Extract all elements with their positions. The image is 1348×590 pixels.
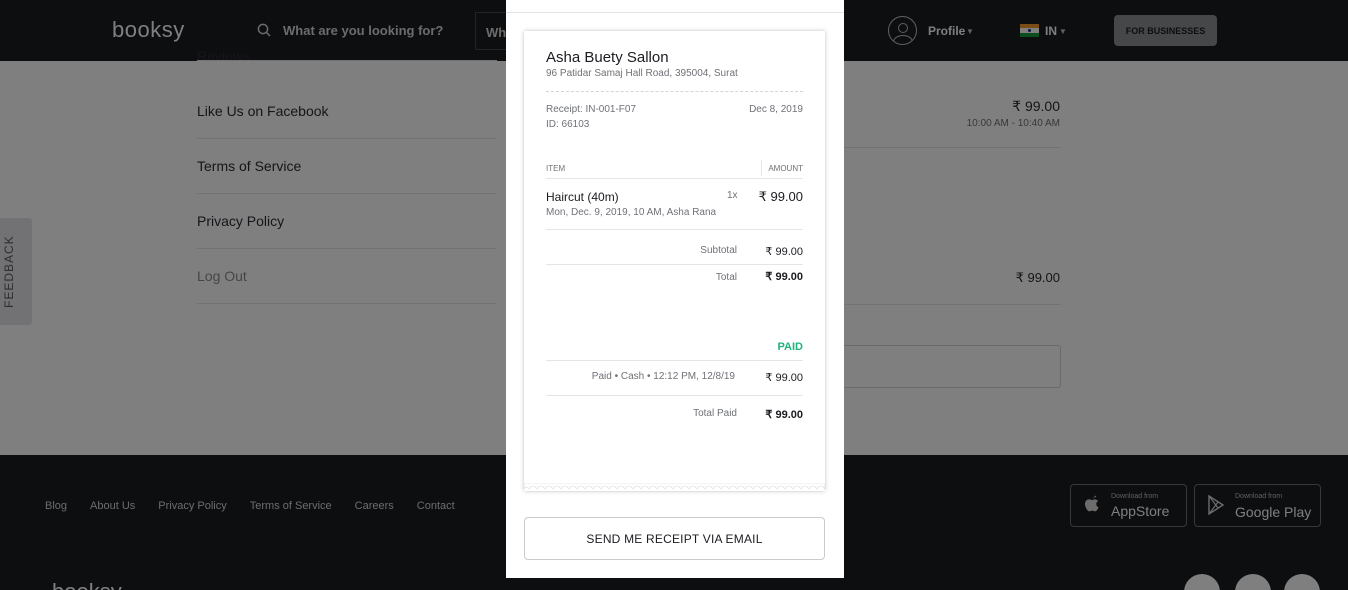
payment-value: ₹ 99.00 (765, 372, 803, 384)
total-paid-value: ₹ 99.00 (765, 409, 803, 421)
divider (546, 395, 803, 396)
column-header-item: ITEM (546, 164, 566, 173)
receipt-date: Dec 8, 2019 (749, 104, 803, 115)
service-name: Haircut (40m) (546, 190, 619, 204)
subtotal-label: Subtotal (700, 245, 737, 256)
salon-name: Asha Buety Sallon (546, 49, 669, 66)
service-quantity: 1x (727, 190, 738, 201)
receipt-torn-edge (524, 483, 825, 490)
receipt-card: Asha Buety Sallon 96 Patidar Samaj Hall … (524, 31, 825, 491)
subtotal-value: ₹ 99.00 (765, 246, 803, 258)
salon-address: 96 Patidar Samaj Hall Road, 395004, Sura… (546, 68, 738, 79)
divider (546, 91, 803, 92)
service-price: ₹ 99.00 (758, 189, 803, 204)
divider (546, 360, 803, 361)
payment-line: Paid • Cash • 12:12 PM, 12/8/19 (591, 371, 735, 382)
paid-status-badge: PAID (777, 341, 803, 353)
column-header-amount: AMOUNT (768, 164, 803, 173)
divider (761, 160, 762, 176)
total-value: ₹ 99.00 (765, 271, 803, 283)
total-paid-label: Total Paid (693, 408, 737, 419)
send-receipt-email-button[interactable]: SEND ME RECEIPT VIA EMAIL (524, 517, 825, 560)
divider (546, 229, 803, 230)
receipt-number: Receipt: IN-001-F07 (546, 104, 637, 115)
divider (546, 178, 803, 179)
service-detail: Mon, Dec. 9, 2019, 10 AM, Asha Rana (546, 207, 717, 218)
receipt-modal: Asha Buety Sallon 96 Patidar Samaj Hall … (506, 0, 844, 578)
total-label: Total (715, 272, 737, 283)
divider (546, 264, 803, 265)
divider (506, 12, 844, 13)
receipt-id: ID: 66103 (546, 119, 590, 130)
